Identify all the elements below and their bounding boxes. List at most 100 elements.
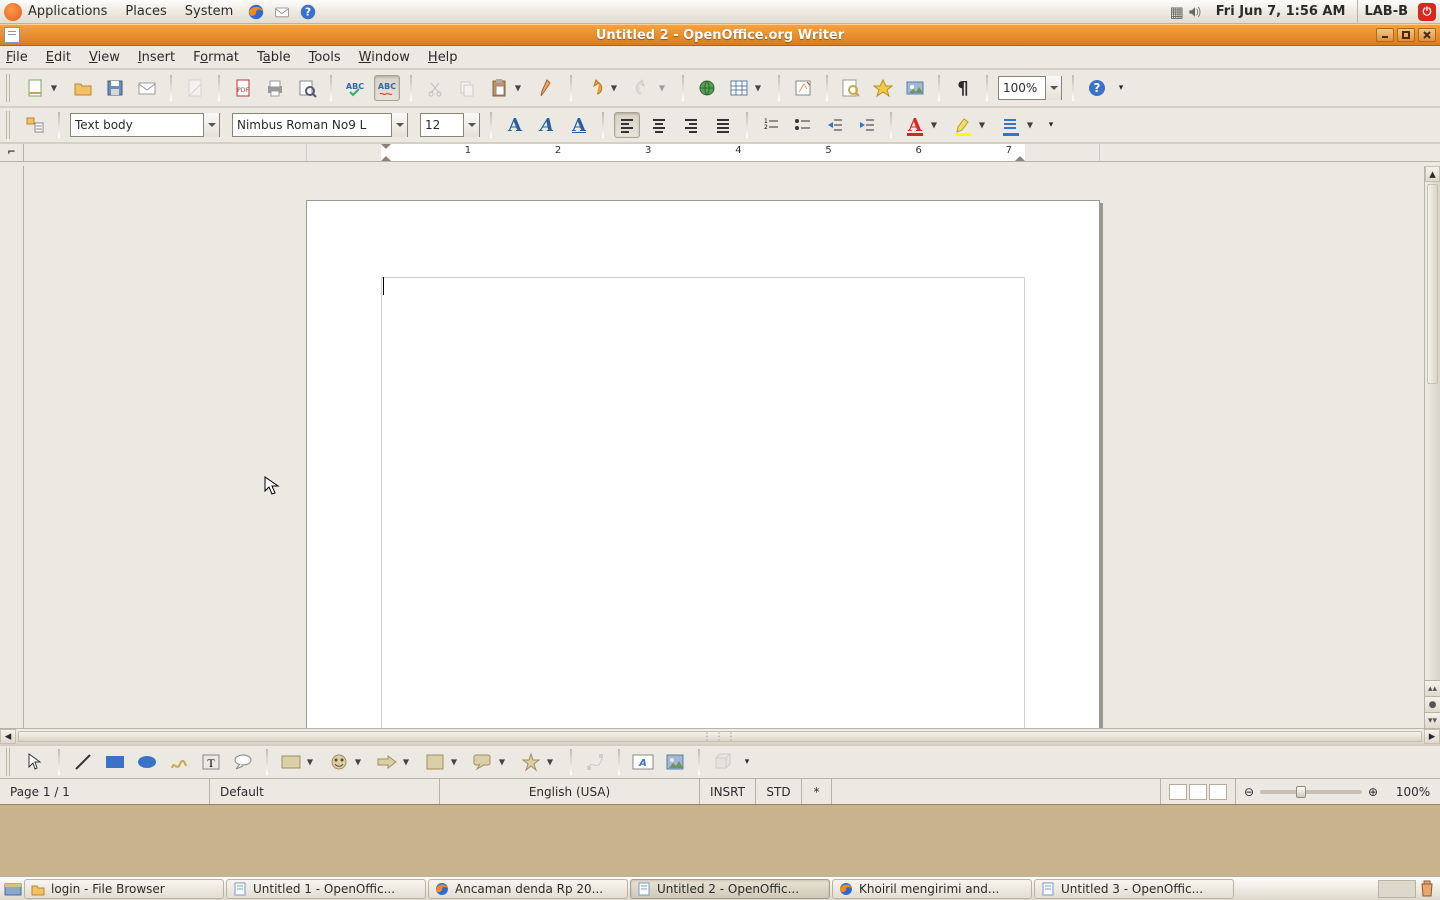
clock[interactable]: Fri Jun 7, 1:56 AM <box>1216 4 1346 19</box>
minimize-button[interactable] <box>1376 28 1394 42</box>
menu-help[interactable]: Help <box>428 50 458 65</box>
from-file-button[interactable] <box>662 749 688 775</box>
workspace-switcher[interactable] <box>1378 880 1416 898</box>
mail-button[interactable] <box>134 75 160 101</box>
menu-insert[interactable]: Insert <box>138 50 175 65</box>
firefox-launcher-icon[interactable] <box>247 3 265 21</box>
paste-button[interactable]: ▼ <box>486 75 512 101</box>
toolbar-grip[interactable] <box>6 748 12 776</box>
mail-launcher-icon[interactable] <box>273 3 291 21</box>
styles-button[interactable] <box>22 112 48 138</box>
multi-page-view[interactable] <box>1189 784 1207 800</box>
print-button[interactable] <box>262 75 288 101</box>
underline-button[interactable]: A <box>566 112 592 138</box>
shutdown-icon[interactable]: ⏻ <box>1418 3 1436 21</box>
text-frame[interactable] <box>381 277 1025 728</box>
single-page-view[interactable] <box>1169 784 1187 800</box>
export-pdf-button[interactable]: PDF <box>230 75 256 101</box>
prev-page-nav[interactable]: ▴▴ <box>1425 680 1440 696</box>
next-page-nav[interactable]: ▾▾ <box>1425 712 1440 728</box>
points-tool[interactable] <box>582 749 608 775</box>
show-desktop-icon[interactable] <box>4 880 22 898</box>
toolbar-grip[interactable] <box>6 111 12 139</box>
new-button[interactable]: ▼ <box>22 75 48 101</box>
menu-view[interactable]: View <box>89 50 120 65</box>
open-button[interactable] <box>70 75 96 101</box>
redo-button[interactable]: ▼ <box>630 75 656 101</box>
language-indicator[interactable]: English (USA) <box>440 779 700 804</box>
symbol-shapes-button[interactable]: ▼ <box>326 749 352 775</box>
line-tool[interactable] <box>70 749 96 775</box>
menu-file[interactable]: File <box>6 50 28 65</box>
toolbar-overflow[interactable]: ▾ <box>1116 75 1126 101</box>
zoom-knob[interactable] <box>1296 786 1306 798</box>
bullets-button[interactable] <box>790 112 816 138</box>
italic-button[interactable]: A <box>534 112 560 138</box>
modified-indicator[interactable]: * <box>802 779 832 804</box>
trash-icon[interactable] <box>1418 880 1436 898</box>
align-right-button[interactable] <box>678 112 704 138</box>
zoom-out-icon[interactable]: ⊖ <box>1244 785 1254 799</box>
nav-object[interactable]: ● <box>1425 696 1440 712</box>
table-button[interactable]: ▼ <box>726 75 752 101</box>
navigator-button[interactable] <box>870 75 896 101</box>
maximize-button[interactable] <box>1397 28 1415 42</box>
window-titlebar[interactable]: Untitled 2 - OpenOffice.org Writer <box>0 24 1440 46</box>
align-justify-button[interactable] <box>710 112 736 138</box>
ellipse-tool[interactable] <box>134 749 160 775</box>
hyperlink-button[interactable] <box>694 75 720 101</box>
freeform-tool[interactable] <box>166 749 192 775</box>
nonprinting-button[interactable]: ¶ <box>950 75 976 101</box>
selection-mode[interactable]: STD <box>756 779 802 804</box>
taskbar-item[interactable]: Ancaman denda Rp 20... <box>428 879 628 899</box>
horizontal-ruler[interactable]: ⌐ 1 2 3 4 5 6 7 <box>0 144 1440 162</box>
taskbar-item[interactable]: Khoiril mengirimi and... <box>832 879 1032 899</box>
numbering-button[interactable]: 12 <box>758 112 784 138</box>
format-paintbrush-button[interactable] <box>534 75 560 101</box>
menu-applications[interactable]: Applications <box>28 4 107 19</box>
scroll-thumb-v[interactable] <box>1427 184 1438 384</box>
volume-icon[interactable] <box>1186 3 1204 21</box>
toolbar-grip[interactable] <box>6 74 12 102</box>
help-launcher-icon[interactable]: ? <box>299 3 317 21</box>
page[interactable] <box>306 200 1100 728</box>
scroll-left-arrow[interactable]: ◂ <box>0 729 16 744</box>
taskbar-item[interactable]: Untitled 3 - OpenOffic... <box>1034 879 1234 899</box>
vertical-ruler[interactable] <box>0 166 24 728</box>
select-tool[interactable] <box>22 749 48 775</box>
bold-button[interactable]: A <box>502 112 528 138</box>
font-name-combo[interactable]: Nimbus Roman No9 L <box>232 113 408 137</box>
menu-format[interactable]: Format <box>193 50 239 65</box>
menu-edit[interactable]: Edit <box>46 50 71 65</box>
block-arrows-button[interactable]: ▼ <box>374 749 400 775</box>
taskbar-item[interactable]: Untitled 2 - OpenOffic... <box>630 879 830 899</box>
flowchart-button[interactable]: ▼ <box>422 749 448 775</box>
menu-system[interactable]: System <box>185 4 233 19</box>
taskbar-item[interactable]: Untitled 1 - OpenOffic... <box>226 879 426 899</box>
menu-places[interactable]: Places <box>125 4 166 19</box>
scroll-right-arrow[interactable]: ▸ <box>1424 729 1440 744</box>
autospellcheck-button[interactable]: ABC <box>374 75 400 101</box>
close-button[interactable] <box>1418 28 1436 42</box>
fontwork-button[interactable]: A <box>630 749 656 775</box>
menu-table[interactable]: Table <box>257 50 291 65</box>
menu-tools[interactable]: Tools <box>309 50 341 65</box>
align-left-button[interactable] <box>614 112 640 138</box>
toolbar-overflow[interactable]: ▾ <box>1046 112 1056 138</box>
rectangle-tool[interactable] <box>102 749 128 775</box>
zoom-combo[interactable]: 100% <box>998 76 1062 100</box>
network-icon[interactable]: ▦ <box>1168 3 1186 21</box>
undo-button[interactable]: ▼ <box>582 75 608 101</box>
spellcheck-button[interactable]: ABC <box>342 75 368 101</box>
insert-mode[interactable]: INSRT <box>700 779 756 804</box>
scroll-up-arrow[interactable]: ▴ <box>1425 166 1440 182</box>
highlight-button[interactable]: ▼ <box>950 112 976 138</box>
document-canvas[interactable] <box>24 166 1424 728</box>
vertical-scrollbar[interactable]: ▴ ▴▴ ● ▾▾ <box>1424 166 1440 728</box>
zoom-slider[interactable]: ⊖ ⊕ <box>1236 779 1386 804</box>
horizontal-scrollbar[interactable]: ◂ ⋮⋮⋮ ▸ <box>0 728 1440 744</box>
page-indicator[interactable]: Page 1 / 1 <box>0 779 210 804</box>
toolbar-overflow[interactable]: ▾ <box>742 749 752 775</box>
extrusion-button[interactable] <box>710 749 736 775</box>
user-label[interactable]: LAB-B <box>1357 0 1414 23</box>
